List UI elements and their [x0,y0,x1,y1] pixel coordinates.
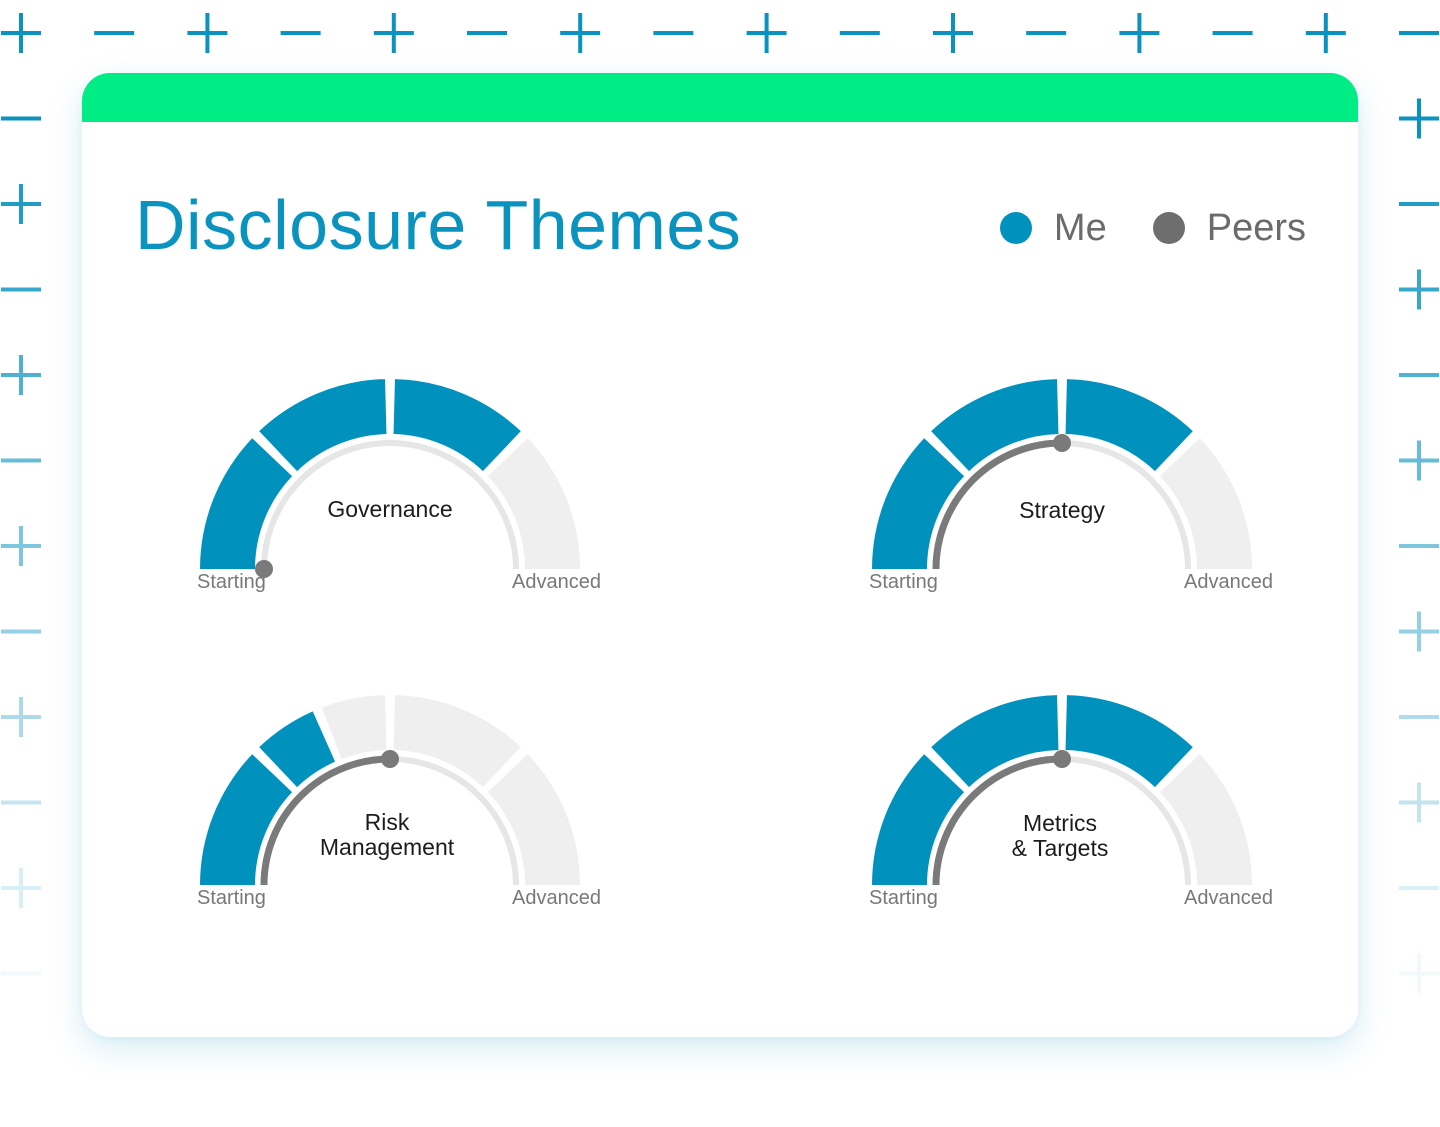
gauge-risk-management: Risk Management Starting Advanced [170,685,610,945]
minus-icon [1,458,41,463]
gauge-peers-marker [381,750,399,768]
gauge-segment-empty [1159,754,1252,885]
minus-icon [1399,886,1439,890]
gauge-title: Metrics & Targets [1011,810,1109,861]
minus-icon [467,31,507,35]
plus-icon [746,13,787,53]
minus-icon [653,31,694,35]
minus-icon [1399,31,1439,35]
plus-icon [1,868,41,908]
card-header-bar [82,73,1358,122]
minus-icon [1212,31,1253,35]
gauge-metrics-targets: Metrics & Targets Starting Advanced [842,685,1282,945]
gauge-segment-me [1065,379,1193,472]
legend-label-peers: Peers [1206,207,1306,249]
gauge-end-label: Advanced [512,571,601,593]
gauge-start-label: Starting [869,887,938,909]
minus-icon [280,31,321,35]
plus-icon [1,13,41,53]
minus-icon [1399,373,1439,377]
minus-icon [94,31,135,35]
legend-item-peers: Peers [1152,201,1306,255]
gauge-title: Governance [327,496,453,522]
gauge-segment-empty [1159,438,1252,569]
plus-icon [373,13,414,53]
gauge-segment-me [393,379,521,472]
disclosure-themes-card: Disclosure Themes Me Peers Governance St… [82,73,1358,1037]
minus-icon [1,116,41,121]
gauge-end-label: Advanced [1184,571,1273,593]
gauge-segment-me [931,379,1059,472]
gauge-start-label: Starting [869,571,938,593]
gauge-title: Strategy [1019,497,1105,523]
me-dot-icon [999,212,1032,244]
plus-icon [1,184,41,224]
plus-icon [1,355,41,395]
plus-icon [1399,611,1439,652]
legend-item-me: Me [999,201,1107,255]
plus-icon [1399,98,1439,139]
page-title: Disclosure Themes [135,186,742,264]
plus-icon [1399,440,1439,481]
plus-icon [1119,13,1160,53]
gauge-peers-marker [1053,434,1071,452]
gauge-strategy: Strategy Starting Advanced [842,369,1282,629]
minus-icon [1399,544,1439,548]
gauge-segment-me [931,695,1059,788]
gauge-governance: Governance Starting Advanced [170,369,610,629]
gauge-segment-empty [487,438,580,569]
minus-icon [1399,202,1439,206]
peers-dot-icon [1152,212,1185,244]
plus-icon [1399,953,1439,994]
minus-icon [1,629,41,634]
plus-icon [933,13,973,53]
plus-icon [1,526,41,566]
minus-icon [1,971,41,976]
gauge-segment-me [259,379,387,472]
minus-icon [839,31,880,35]
gauge-end-label: Advanced [1184,887,1273,909]
plus-icon [560,13,601,53]
plus-icon [187,13,228,53]
gauge-meter [872,379,1252,570]
gauge-peers-marker [1053,750,1071,768]
plus-icon [1305,13,1346,53]
gauge-meter [200,695,580,886]
legend: Me Peers [954,201,1306,255]
minus-icon [1399,715,1439,719]
gauge-segment-empty [321,695,387,759]
gauge-segment-me [200,438,293,569]
gauge-meter [872,695,1252,886]
gauge-start-label: Starting [197,571,266,593]
gauge-meter [200,379,580,578]
gauge-segment-me [1065,695,1193,788]
gauge-title: Risk Management [319,809,455,860]
gauge-segment-empty [487,754,580,885]
minus-icon [1,287,41,292]
plus-icon [1399,782,1439,823]
gauge-start-label: Starting [197,887,266,909]
gauge-segment-empty [393,695,521,788]
legend-label-me: Me [1053,207,1107,249]
gauge-end-label: Advanced [512,887,601,909]
minus-icon [1026,31,1067,35]
plus-icon [1399,269,1439,310]
minus-icon [1,800,41,805]
plus-icon [1,697,41,737]
